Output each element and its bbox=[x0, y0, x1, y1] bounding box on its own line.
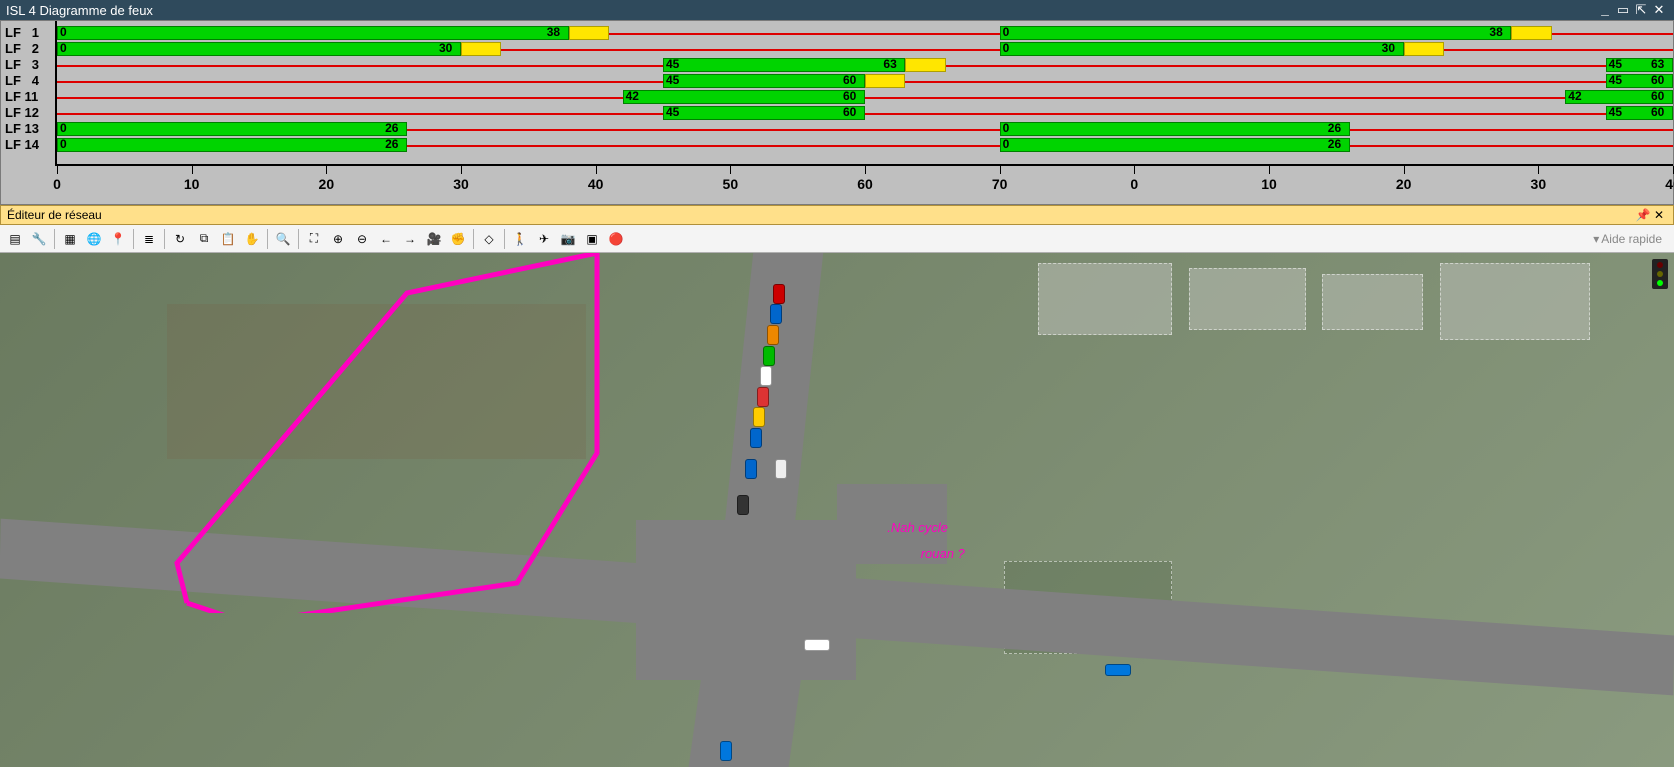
network-toolbar: ▤🔧 ▦🌐📍 ≣ ↻⧉📋✋ 🔍 ⛶⊕⊖←→🎥✊ ◇ 🚶✈📷▣🔴 ▾ Aide rapide bbox=[0, 225, 1674, 253]
signal-group-label: LF 2 bbox=[1, 41, 55, 57]
back-icon[interactable]: ← bbox=[375, 228, 397, 250]
pin-button[interactable]: ⇱ bbox=[1632, 3, 1650, 18]
network-editor-header: Éditeur de réseau 📌 ✕ bbox=[0, 205, 1674, 225]
signal-group-labels: LF 1LF 2LF 3LF 4LF 11LF 12LF 13LF 14 bbox=[1, 21, 57, 166]
axis-tick-label: 30 bbox=[1531, 176, 1547, 192]
signal-row[interactable]: 42604260 bbox=[57, 89, 1673, 105]
pedestrian-icon[interactable]: 🚶 bbox=[509, 228, 531, 250]
signal-row[interactable]: 038038 bbox=[57, 25, 1673, 41]
restore-button[interactable]: ▭ bbox=[1614, 3, 1632, 18]
toolbar-separator bbox=[267, 229, 268, 249]
panel-pin-icon[interactable]: 📌 bbox=[1635, 208, 1651, 222]
toolbar-separator bbox=[164, 229, 165, 249]
viewport-annotation: .Nah cycle bbox=[887, 520, 948, 535]
axis-tick-label: 40 bbox=[588, 176, 604, 192]
close-button[interactable]: ✕ bbox=[1650, 3, 1668, 18]
axis-tick-label: 0 bbox=[53, 176, 61, 192]
axis-tick-label: 20 bbox=[319, 176, 335, 192]
globe-icon[interactable]: 🌐 bbox=[83, 228, 105, 250]
traffic-light-overlay-icon[interactable] bbox=[1652, 259, 1668, 289]
signal-timing-diagram: LF 1LF 2LF 3LF 4LF 11LF 12LF 13LF 14 038… bbox=[0, 20, 1674, 205]
hand-zoom-icon[interactable]: ✋ bbox=[241, 228, 263, 250]
pan-icon[interactable]: ✊ bbox=[447, 228, 469, 250]
cube-icon[interactable]: ▣ bbox=[581, 228, 603, 250]
toolbar-separator bbox=[54, 229, 55, 249]
axis-tick-label: 0 bbox=[1130, 176, 1138, 192]
signal-group-label: LF 3 bbox=[1, 57, 55, 73]
signal-row[interactable]: 030030 bbox=[57, 41, 1673, 57]
axis-tick-label: 40 bbox=[1665, 176, 1674, 192]
eraser-icon[interactable]: ◇ bbox=[478, 228, 500, 250]
3d-color-icon[interactable]: 🔴 bbox=[605, 228, 627, 250]
zone-boundary bbox=[167, 253, 803, 613]
camera-icon[interactable]: 📷 bbox=[557, 228, 579, 250]
axis-tick-label: 30 bbox=[453, 176, 469, 192]
layers-icon[interactable]: ▤ bbox=[4, 228, 26, 250]
3d-viewport[interactable]: .Nah cycle rouan ? bbox=[0, 253, 1674, 767]
grid-icon[interactable]: ▦ bbox=[59, 228, 81, 250]
toolbar-separator bbox=[504, 229, 505, 249]
marker-icon[interactable]: 📍 bbox=[107, 228, 129, 250]
plane-icon[interactable]: ✈ bbox=[533, 228, 555, 250]
axis-tick-label: 60 bbox=[857, 176, 873, 192]
signal-diagram-titlebar: ISL 4 Diagramme de feux _ ▭ ⇱ ✕ bbox=[0, 0, 1674, 20]
time-axis: 010203040506070010203040 bbox=[57, 164, 1673, 204]
signal-timeline[interactable]: 0380380300304563456345604560426042604560… bbox=[57, 21, 1673, 166]
chevron-down-icon[interactable]: ▾ bbox=[1593, 232, 1599, 246]
copy-icon[interactable]: ⧉ bbox=[193, 228, 215, 250]
signal-group-label: LF 12 bbox=[1, 105, 55, 121]
window-title: ISL 4 Diagramme de feux bbox=[6, 3, 153, 18]
zoom-in-icon[interactable]: ⊕ bbox=[327, 228, 349, 250]
camera-record-icon[interactable]: 🎥 bbox=[423, 228, 445, 250]
signal-group-label: LF 4 bbox=[1, 73, 55, 89]
toolbar-separator bbox=[133, 229, 134, 249]
signal-group-label: LF 13 bbox=[1, 121, 55, 137]
wrench-icon[interactable]: 🔧 bbox=[28, 228, 50, 250]
axis-tick-label: 10 bbox=[1261, 176, 1277, 192]
signal-row[interactable]: 45604560 bbox=[57, 105, 1673, 121]
panel-close-icon[interactable]: ✕ bbox=[1651, 208, 1667, 222]
signal-row[interactable]: 026026 bbox=[57, 121, 1673, 137]
signal-row[interactable]: 45634563 bbox=[57, 57, 1673, 73]
minimize-button[interactable]: _ bbox=[1596, 3, 1614, 18]
axis-tick-label: 50 bbox=[723, 176, 739, 192]
toolbar-separator bbox=[298, 229, 299, 249]
signal-group-label: LF 11 bbox=[1, 89, 55, 105]
signal-group-label: LF 1 bbox=[1, 25, 55, 41]
forward-icon[interactable]: → bbox=[399, 228, 421, 250]
viewport-annotation: rouan ? bbox=[921, 546, 965, 561]
zoom-lens-icon[interactable]: 🔍 bbox=[272, 228, 294, 250]
list-icon[interactable]: ≣ bbox=[138, 228, 160, 250]
paste-icon[interactable]: 📋 bbox=[217, 228, 239, 250]
refresh-icon[interactable]: ↻ bbox=[169, 228, 191, 250]
zoom-out-icon[interactable]: ⊖ bbox=[351, 228, 373, 250]
axis-tick-label: 10 bbox=[184, 176, 200, 192]
network-editor-title: Éditeur de réseau bbox=[7, 208, 102, 222]
axis-tick-label: 70 bbox=[992, 176, 1008, 192]
quick-help-label[interactable]: Aide rapide bbox=[1601, 232, 1670, 246]
signal-group-label: LF 14 bbox=[1, 137, 55, 153]
extent-icon[interactable]: ⛶ bbox=[303, 228, 325, 250]
signal-row[interactable]: 45604560 bbox=[57, 73, 1673, 89]
toolbar-separator bbox=[473, 229, 474, 249]
axis-tick-label: 20 bbox=[1396, 176, 1412, 192]
signal-row[interactable]: 026026 bbox=[57, 137, 1673, 153]
